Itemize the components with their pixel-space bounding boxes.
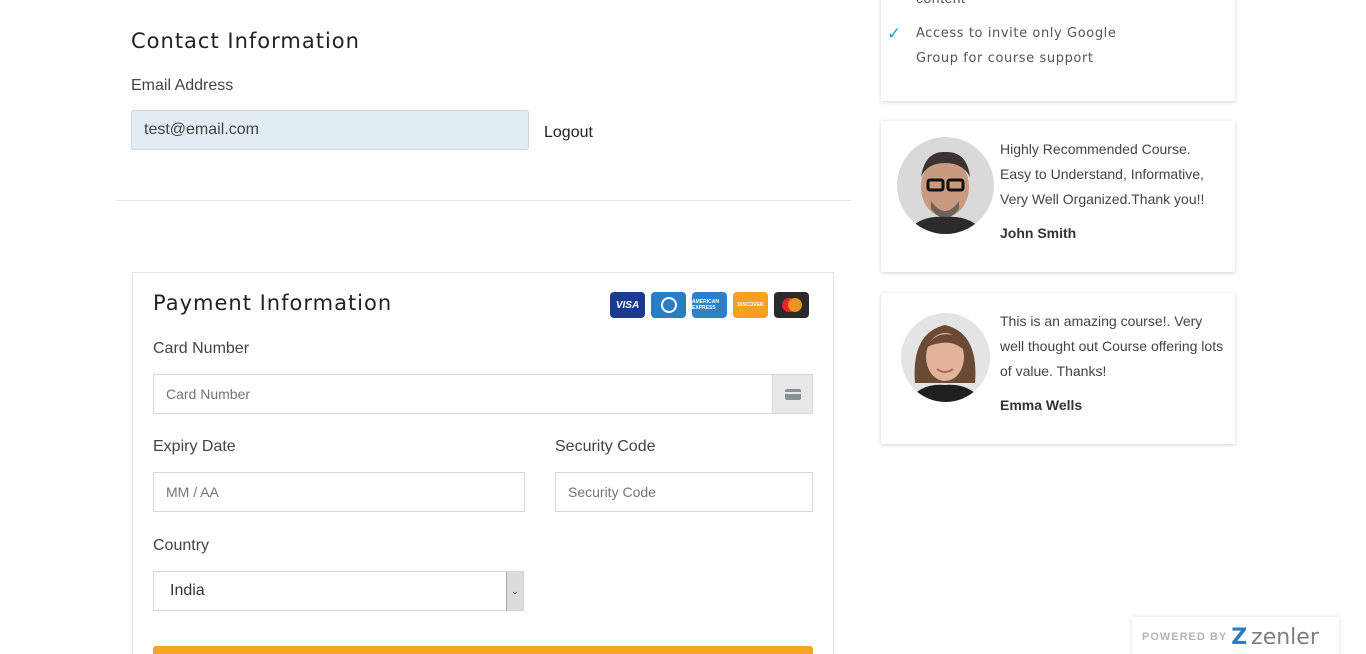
security-code-label: Security Code [555, 438, 656, 455]
benefit-item-text: Access to invite only Google Group for c… [916, 26, 1117, 66]
avatar [901, 313, 990, 402]
payment-information-title: Payment Information [153, 291, 393, 315]
powered-by-label: POWERED BY [1142, 631, 1228, 643]
testimonial-author: John Smith [1000, 225, 1077, 241]
benefit-item-partial: content [916, 0, 965, 6]
country-label: Country [153, 537, 210, 554]
testimonial-quote: Highly Recommended Course. Easy to Under… [1000, 141, 1205, 207]
logout-link[interactable]: Logout [544, 124, 593, 142]
country-select[interactable]: India ⌄ [153, 571, 524, 611]
card-number-input[interactable] [153, 374, 773, 414]
check-icon: ✓ [887, 24, 902, 43]
testimonial-author: Emma Wells [1000, 397, 1083, 413]
submit-button[interactable] [153, 646, 813, 654]
zenler-logo-icon: Z [1231, 624, 1248, 650]
amex-card-icon: AMERICAN EXPRESS [692, 292, 727, 318]
avatar [897, 137, 994, 234]
testimonial-card: This is an amazing course!. Very well th… [881, 293, 1235, 444]
zenler-brand-text: zenler [1251, 624, 1319, 650]
country-value: India [170, 582, 205, 599]
diners-club-card-icon [651, 292, 686, 318]
email-address-label: Email Address [131, 77, 234, 94]
visa-card-icon: VISA [610, 292, 645, 318]
expiry-date-label: Expiry Date [153, 438, 236, 455]
testimonial-quote: This is an amazing course!. Very well th… [1000, 313, 1224, 379]
security-code-input[interactable] [555, 472, 813, 512]
credit-card-icon [772, 374, 813, 414]
accepted-cards: VISA AMERICAN EXPRESS DISCOVER [610, 292, 809, 318]
chevron-down-icon[interactable]: ⌄ [506, 572, 523, 610]
testimonial-card: Highly Recommended Course. Easy to Under… [881, 121, 1235, 272]
email-input[interactable] [131, 110, 529, 150]
mastercard-card-icon [774, 292, 809, 318]
powered-by-badge[interactable]: POWERED BY Z zenler [1132, 617, 1339, 654]
contact-information-title: Contact Information [131, 29, 360, 53]
expiry-date-input[interactable] [153, 472, 525, 512]
discover-card-icon: DISCOVER [733, 292, 768, 318]
card-number-label: Card Number [153, 340, 250, 357]
section-divider [116, 200, 851, 201]
